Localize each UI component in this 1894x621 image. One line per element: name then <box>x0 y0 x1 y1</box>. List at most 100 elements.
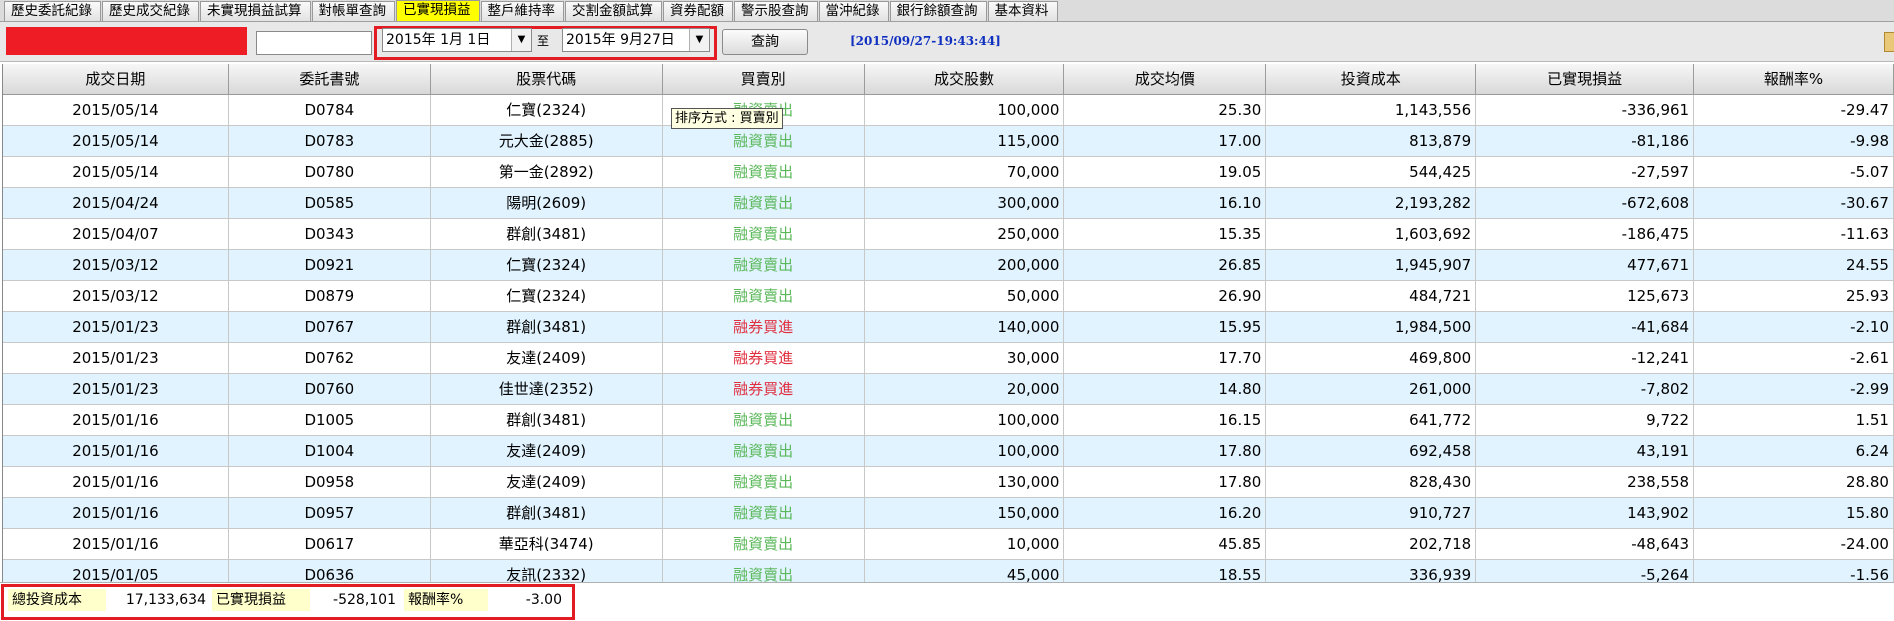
cell-shares: 70,000 <box>865 157 1065 187</box>
table-row[interactable]: 2015/01/16 D0617 華亞科(3474) 融資賣出 10,000 45.85 2… <box>3 529 1894 560</box>
table-row[interactable]: 2015/04/07 D0343 群創(3481) 融資賣出 250,000 15.35 1… <box>3 219 1894 250</box>
tab-label: 歷史成交紀錄 <box>109 3 190 19</box>
cell-cost: 1,603,692 <box>1266 219 1477 249</box>
cell-pnl: 477,671 <box>1476 250 1695 280</box>
table-header: 成交日期 委託書號 股票代碼 買賣別 成交股數 成交均價 投資成本 已實現損益 報酬率% <box>3 64 1894 95</box>
table-row[interactable]: 2015/01/16 D0958 友達(2409) 融資賣出 130,000 17.80 8… <box>3 467 1894 498</box>
date-from-picker[interactable]: 2015年 1月 1日 ▼ <box>382 28 532 52</box>
cell-side: 融資賣出 <box>663 250 865 280</box>
column-header-stock[interactable]: 股票代碼 <box>431 64 663 95</box>
tab-2[interactable]: 未實現損益試算 <box>200 1 311 21</box>
chevron-down-icon[interactable]: ▼ <box>689 29 709 51</box>
table-row[interactable]: 2015/01/23 D0767 群創(3481) 融券買進 140,000 15.95 1… <box>3 312 1894 343</box>
query-button[interactable]: 查詢 <box>722 29 808 55</box>
table-row[interactable]: 2015/05/14 D0783 元大金(2885) 融資賣出 115,000 17.00… <box>3 126 1894 157</box>
tab-5[interactable]: 整戶維持率 <box>480 1 564 21</box>
cell-order: D1004 <box>229 436 431 466</box>
cell-cost: 692,458 <box>1266 436 1477 466</box>
cell-roi: 24.55 <box>1694 250 1894 280</box>
cell-side: 融券買進 <box>663 312 865 342</box>
tab-7[interactable]: 資券配額 <box>663 1 733 21</box>
cell-side: 融資賣出 <box>663 157 865 187</box>
redacted-account-block <box>6 27 247 55</box>
table-row[interactable]: 2015/01/05 D0636 友訊(2332) 融資賣出 45,000 18.55 33… <box>3 560 1894 582</box>
tab-9[interactable]: 當沖紀錄 <box>818 1 889 21</box>
table-row[interactable]: 2015/03/12 D0879 仁寶(2324) 融資賣出 50,000 26.90 48… <box>3 281 1894 312</box>
summary-bar: 總投資成本 17,133,634 已實現損益 -528,101 報酬率% -3.… <box>0 582 1894 621</box>
cell-price: 17.80 <box>1064 436 1267 466</box>
table-row[interactable]: 2015/01/23 D0760 佳世達(2352) 融券買進 20,000 14.80 2… <box>3 374 1894 405</box>
cell-cost: 641,772 <box>1266 405 1477 435</box>
tab-10[interactable]: 銀行餘額查詢 <box>889 1 987 21</box>
tab-6[interactable]: 交割金額試算 <box>565 1 662 21</box>
tab-3[interactable]: 對帳單查詢 <box>311 1 395 21</box>
cell-stock: 群創(3481) <box>431 312 663 342</box>
cell-stock: 佳世達(2352) <box>431 374 663 404</box>
export-icon[interactable] <box>1884 32 1894 52</box>
tab-label: 已實現損益 <box>403 2 471 18</box>
tab-label: 警示股查詢 <box>741 3 809 19</box>
tab-0[interactable]: 歷史委託紀錄 <box>4 1 101 21</box>
table-row[interactable]: 2015/05/14D0784仁寶(2324)融資賣出100,00025.301… <box>3 95 1894 126</box>
chevron-down-icon[interactable]: ▼ <box>511 29 531 51</box>
tab-4[interactable]: 已實現損益 <box>396 0 480 21</box>
tab-8[interactable]: 警示股查詢 <box>734 1 818 21</box>
cell-pnl: 125,673 <box>1476 281 1695 311</box>
cell-stock: 陽明(2609) <box>431 188 663 218</box>
cell-pnl: -672,608 <box>1476 188 1695 218</box>
column-header-shares[interactable]: 成交股數 <box>865 64 1065 95</box>
cell-date: 2015/05/14 <box>3 157 229 187</box>
cell-order: D0760 <box>229 374 431 404</box>
table-row[interactable]: 2015/01/16 D1005 群創(3481) 融資賣出 100,000 16.15 6… <box>3 405 1894 436</box>
realized-pnl-value: -528,101 <box>333 592 396 608</box>
cell-date: 2015/05/14 <box>3 126 229 156</box>
cell-order: D0343 <box>229 219 431 249</box>
cell-order: D0780 <box>229 157 431 187</box>
cell-price: 45.85 <box>1064 529 1267 559</box>
cell-pnl: 143,902 <box>1476 498 1695 528</box>
cell-side: 融資賣出 <box>663 405 865 435</box>
realized-pnl-label: 已實現損益 <box>212 589 310 611</box>
column-header-cost[interactable]: 投資成本 <box>1266 64 1477 95</box>
table-row[interactable]: 2015/01/16 D1004 友達(2409) 融資賣出 100,000 17.80 6… <box>3 436 1894 467</box>
column-header-order[interactable]: 委託書號 <box>229 64 431 95</box>
cell-date: 2015/03/12 <box>3 250 229 280</box>
cell-stock: 友達(2409) <box>431 436 663 466</box>
column-header-pnl[interactable]: 已實現損益 <box>1476 64 1695 95</box>
cell-side: 融資賣出 <box>663 498 865 528</box>
cell-stock: 華亞科(3474) <box>431 529 663 559</box>
column-header-price[interactable]: 成交均價 <box>1064 64 1267 95</box>
cell-shares: 150,000 <box>865 498 1065 528</box>
cell-side: 融券買進 <box>663 374 865 404</box>
account-input[interactable] <box>256 31 372 55</box>
cell-pnl: -27,597 <box>1476 157 1695 187</box>
table-row[interactable]: 2015/04/24 D0585 陽明(2609) 融資賣出 300,000 16.10 2… <box>3 188 1894 219</box>
tab-label: 整戶維持率 <box>487 3 556 19</box>
cell-roi: -5.07 <box>1694 157 1894 187</box>
cell-order: D0617 <box>229 529 431 559</box>
column-header-date[interactable]: 成交日期 <box>3 64 229 95</box>
cell-pnl: 9,722 <box>1476 405 1695 435</box>
cell-cost: 1,984,500 <box>1266 312 1477 342</box>
tab-1[interactable]: 歷史成交紀錄 <box>102 1 199 21</box>
cell-cost: 469,800 <box>1266 343 1477 373</box>
column-header-side[interactable]: 買賣別 <box>663 64 865 95</box>
cell-side: 融券買進 <box>663 343 865 373</box>
cell-roi: -9.98 <box>1694 126 1894 156</box>
tab-11[interactable]: 基本資料 <box>987 1 1058 21</box>
column-header-roi[interactable]: 報酬率% <box>1694 64 1894 95</box>
cell-pnl: -186,475 <box>1476 219 1695 249</box>
cell-shares: 45,000 <box>865 560 1065 582</box>
realized-pnl-table: 成交日期 委託書號 股票代碼 買賣別 成交股數 成交均價 投資成本 已實現損益 報酬率% 201… <box>2 64 1894 582</box>
cell-price: 16.20 <box>1064 498 1267 528</box>
table-row[interactable]: 2015/01/16 D0957 群創(3481) 融資賣出 150,000 16.20 9… <box>3 498 1894 529</box>
cell-price: 15.35 <box>1064 219 1267 249</box>
table-row[interactable]: 2015/01/23 D0762 友達(2409) 融券買進 30,000 17.70 46… <box>3 343 1894 374</box>
cell-stock: 仁寶(2324) <box>431 281 663 311</box>
table-row[interactable]: 2015/05/14 D0780 第一金(2892) 融資賣出 70,000 19.05 5… <box>3 157 1894 188</box>
date-to-picker[interactable]: 2015年 9月27日 ▼ <box>562 28 710 52</box>
cell-cost: 1,143,556 <box>1266 95 1477 125</box>
table-row[interactable]: 2015/03/12 D0921 仁寶(2324) 融資賣出 200,000 26.85 1… <box>3 250 1894 281</box>
cell-price: 14.80 <box>1064 374 1267 404</box>
cell-shares: 30,000 <box>865 343 1065 373</box>
